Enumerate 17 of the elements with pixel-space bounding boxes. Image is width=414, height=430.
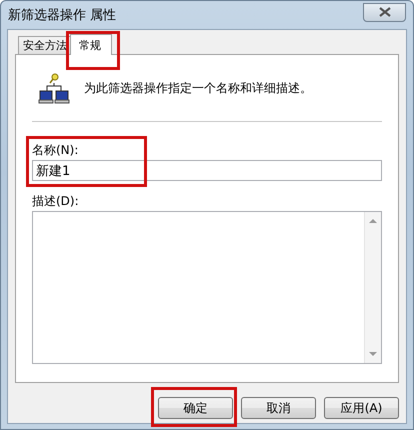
description-field[interactable] bbox=[32, 211, 382, 364]
tab[interactable]: 安全方法 bbox=[18, 36, 72, 54]
scroll-down-icon[interactable] bbox=[369, 352, 377, 357]
name-label: 名称(N): bbox=[32, 142, 80, 158]
instruction-text: 为此筛选器操作指定一个名称和详细描述。 bbox=[84, 80, 312, 96]
scroll-up-icon[interactable] bbox=[369, 218, 377, 223]
tab[interactable]: 常规 bbox=[70, 34, 112, 55]
description-label: 描述(D): bbox=[32, 193, 80, 209]
apply-button[interactable]: 应用(A) bbox=[324, 397, 399, 419]
cancel-button[interactable]: 取消 bbox=[241, 397, 316, 419]
close-button[interactable] bbox=[363, 2, 406, 22]
name-field[interactable]: 新建1 bbox=[32, 160, 382, 181]
ok-button[interactable]: 确定 bbox=[158, 397, 233, 419]
window-title: 新筛选器操作 属性 bbox=[8, 7, 116, 24]
close-icon bbox=[378, 7, 390, 17]
scrollbar[interactable] bbox=[364, 212, 381, 363]
network-computers-icon bbox=[38, 72, 70, 104]
